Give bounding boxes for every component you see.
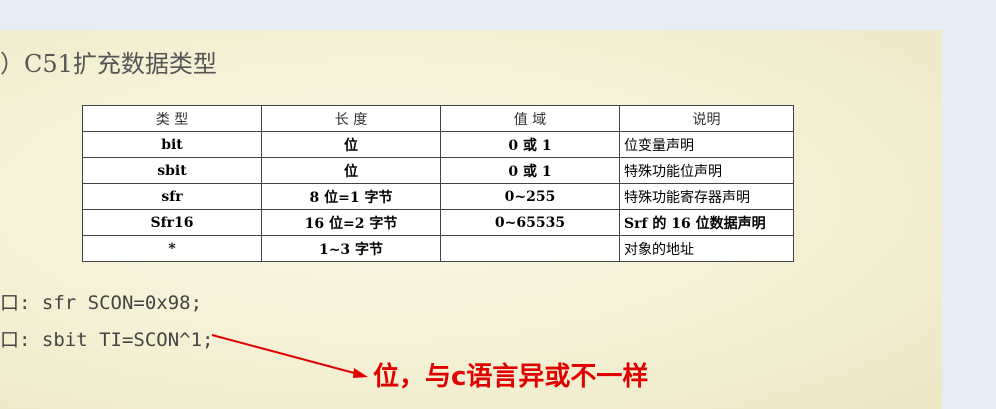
annotation-text: 位，与c语言异或不一样 xyxy=(373,362,649,392)
slide-canvas: ）C51扩充数据类型 类 型 长 度 值 域 说明 bit 位 0 或 1 位变… xyxy=(0,30,942,409)
annotation-arrow-icon xyxy=(211,334,368,378)
